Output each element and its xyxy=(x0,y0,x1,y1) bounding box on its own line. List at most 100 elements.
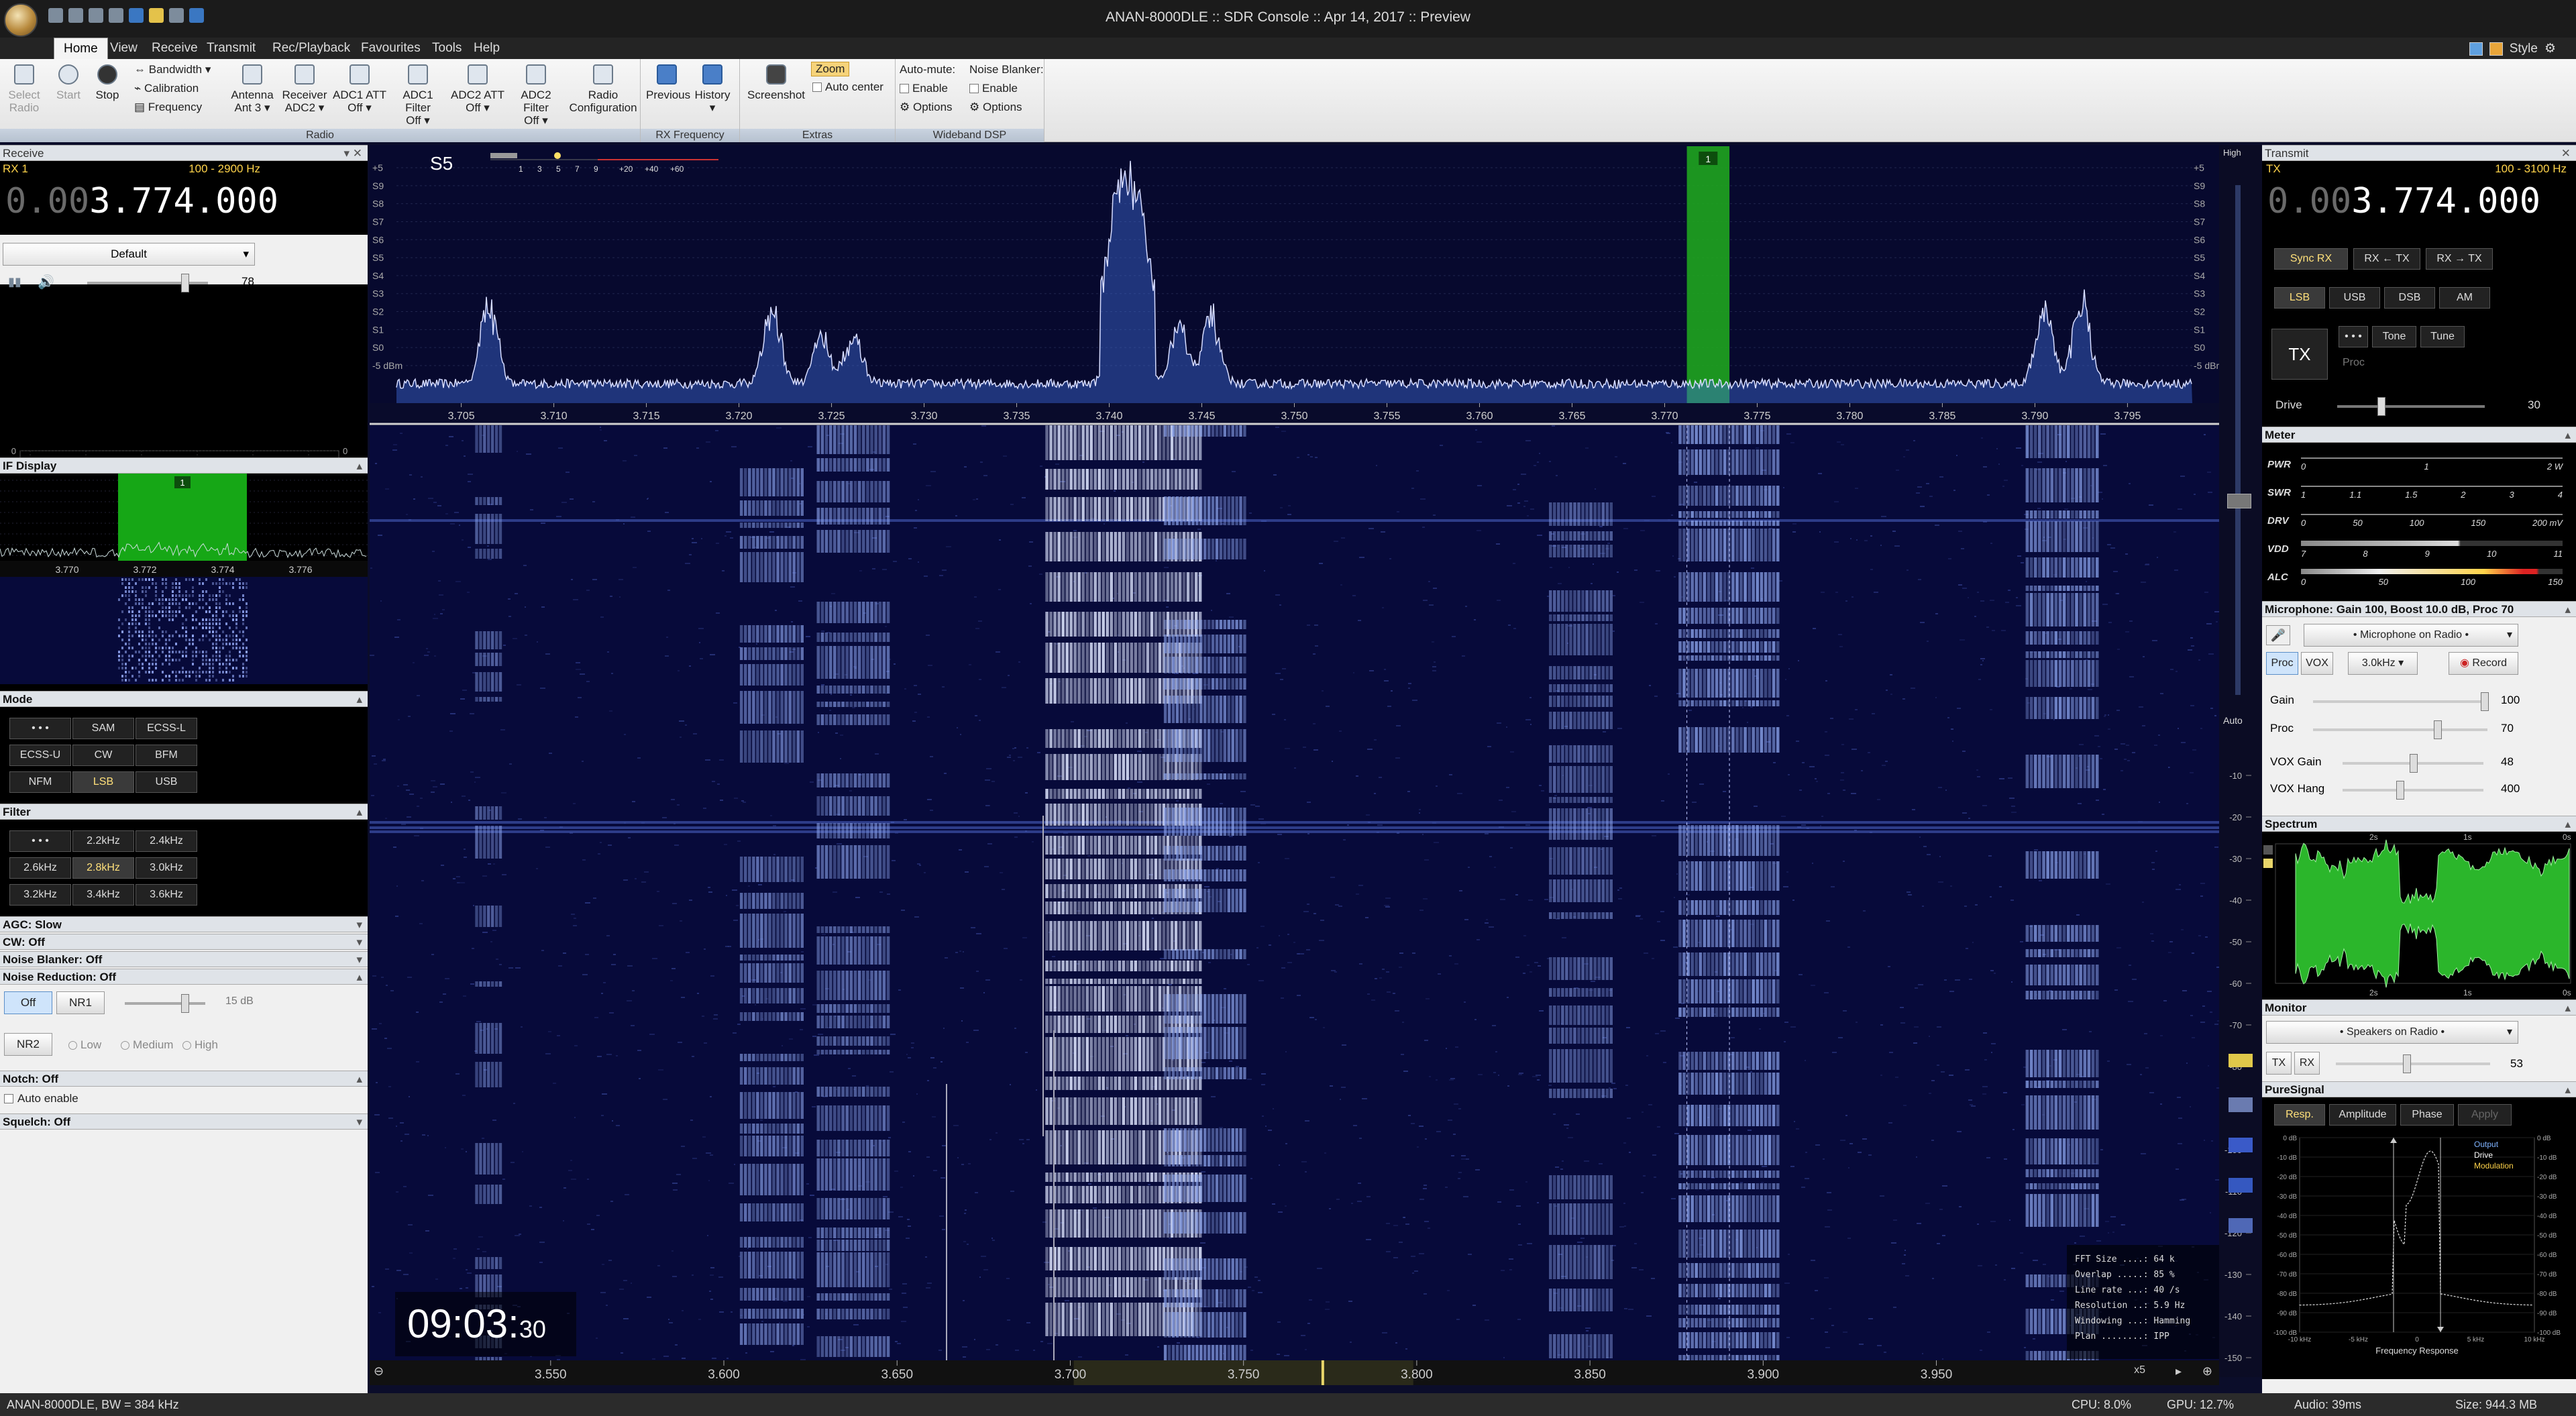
noise-blanker-section[interactable]: Noise Blanker: Off ▾ xyxy=(0,951,368,967)
collapse-icon[interactable]: ▴ xyxy=(356,458,362,474)
calibration-button[interactable]: ⌁ Calibration xyxy=(134,82,199,95)
cw-section[interactable]: CW: Off ▾ xyxy=(0,934,368,950)
if-waterfall-trace xyxy=(246,647,248,649)
waterfall-speck xyxy=(737,840,741,842)
window-icon[interactable] xyxy=(2489,42,2503,56)
filter-button-2-2khz[interactable]: 2.2kHz xyxy=(72,830,134,852)
tab-home[interactable]: Home xyxy=(54,38,108,59)
history-button[interactable]: History ▾ xyxy=(692,64,733,114)
noise-blanker-options-button[interactable]: ⚙ Options xyxy=(969,101,1022,114)
nr2-medium-radio[interactable]: Medium xyxy=(121,1038,173,1052)
antenna-button[interactable]: Antenna Ant 3 ▾ xyxy=(228,64,276,114)
mode-button-more[interactable]: • • • xyxy=(9,718,71,739)
filter-button-2-6khz[interactable]: 2.6kHz xyxy=(9,857,71,879)
mode-button-ecss-l[interactable]: ECSS-L xyxy=(136,718,197,739)
preset-dropdown[interactable]: Default ▾ xyxy=(3,243,255,266)
s-meter-tick: +20 xyxy=(619,164,633,174)
waterfall-speck xyxy=(1992,630,1995,631)
adc2-filter-button[interactable]: ADC2 Filter Off ▾ xyxy=(507,64,565,127)
signal-trace xyxy=(1057,497,1061,521)
auto-center-checkbox[interactable]: Auto center xyxy=(812,80,883,94)
filter-button-2-8khz[interactable]: 2.8kHz xyxy=(72,857,134,879)
filter-button-3-4khz[interactable]: 3.4kHz xyxy=(72,884,134,906)
if-waterfall-trace xyxy=(152,659,154,661)
squelch-section[interactable]: Squelch: Off ▾ xyxy=(0,1113,368,1130)
close-icon[interactable]: ▾ ✕ xyxy=(343,146,362,162)
nr-level-slider[interactable] xyxy=(125,994,205,1013)
gear-icon[interactable]: ⚙ xyxy=(2544,41,2556,56)
nr2-high-radio[interactable]: High xyxy=(182,1038,218,1052)
screenshot-button[interactable]: Screenshot xyxy=(743,64,810,101)
filter-button-3-6khz[interactable]: 3.6kHz xyxy=(136,884,197,906)
adc1-att-button[interactable]: ADC1 ATT Off ▾ xyxy=(333,64,386,114)
auto-mute-enable-checkbox[interactable]: Enable xyxy=(900,82,948,95)
tab-view[interactable]: View xyxy=(101,38,147,59)
signal-trace xyxy=(1053,961,1057,971)
tab-transmit[interactable]: Transmit xyxy=(197,38,265,59)
select-radio-button[interactable]: Select Radio xyxy=(7,64,42,114)
waterfall-display[interactable] xyxy=(370,425,2219,1373)
signal-trace xyxy=(1170,979,1174,984)
if-waterfall-trace xyxy=(118,667,120,669)
signal-trace xyxy=(800,1309,804,1319)
mode-button-lsb[interactable]: LSB xyxy=(72,771,134,793)
nr1-button[interactable]: NR1 xyxy=(56,991,105,1014)
meter-icon[interactable]: ▮▮ xyxy=(8,275,21,289)
receiver-button[interactable]: Receiver ADC2 ▾ xyxy=(280,64,329,114)
notch-section[interactable]: Notch: Off ▴ xyxy=(0,1071,368,1087)
nr2-low-radio[interactable]: Low xyxy=(68,1038,101,1052)
signal-trace xyxy=(483,514,486,544)
tab-favourites[interactable]: Favourites xyxy=(352,38,430,59)
adc1-filter-button[interactable]: ADC1 Filter Off ▾ xyxy=(389,64,447,127)
filter-button-2-4khz[interactable]: 2.4kHz xyxy=(136,830,197,852)
auto-mute-options-button[interactable]: ⚙ Options xyxy=(900,101,953,114)
waterfall-speck xyxy=(573,925,577,926)
adc2-att-button[interactable]: ADC2 ATT Off ▾ xyxy=(451,64,504,114)
spectrum-display[interactable]: +5 +5 S9 S9 S8 S8 S7 S7 S6 S6 S5 S5 S4 S4 S3 S3 S2 S2 S1 S1… xyxy=(370,145,2224,425)
stop-button[interactable]: Stop xyxy=(90,64,125,101)
mode-button-ecss-u[interactable]: ECSS-U xyxy=(9,745,71,766)
waterfall-speck xyxy=(401,824,406,825)
tab-rec-playback[interactable]: Rec/Playback xyxy=(263,38,360,59)
nr-off-button[interactable]: Off xyxy=(4,991,52,1014)
filter-button-3-0khz[interactable]: 3.0kHz xyxy=(136,857,197,879)
waterfall-speck xyxy=(2009,1219,2010,1221)
waterfall-speck xyxy=(2170,669,2174,670)
waterfall-speck xyxy=(1013,760,1015,761)
bandwidth-button[interactable]: ⇔ Bandwidth ▾ xyxy=(134,63,211,76)
waterfall-speck xyxy=(1341,1087,1346,1088)
waterfall-speck xyxy=(453,878,455,879)
filter-button-more[interactable]: • • • xyxy=(9,830,71,852)
rx-frequency-display[interactable]: 0.003.774.000 xyxy=(5,181,278,221)
start-button[interactable]: Start xyxy=(51,64,86,101)
collapse-icon[interactable]: ▴ xyxy=(356,804,362,820)
volume-slider[interactable] xyxy=(87,274,208,292)
zoom-toggle[interactable]: Zoom xyxy=(811,62,850,76)
radio-configuration-button[interactable]: Radio Configuration xyxy=(569,64,637,114)
style-label[interactable]: Style xyxy=(2510,42,2538,56)
mode-button-nfm[interactable]: NFM xyxy=(9,771,71,793)
noise-blanker-enable-checkbox[interactable]: Enable xyxy=(969,82,1018,95)
collapse-icon[interactable]: ▴ xyxy=(356,692,362,708)
waterfall-speck xyxy=(2190,772,2194,773)
config-icon xyxy=(593,64,613,85)
filter-button-3-2khz[interactable]: 3.2kHz xyxy=(9,884,71,906)
speaker-icon[interactable]: 🔊 xyxy=(38,274,54,290)
auto-enable-checkbox[interactable]: Auto enable xyxy=(4,1092,78,1105)
previous-button[interactable]: Previous xyxy=(646,64,690,101)
nr2-button[interactable]: NR2 xyxy=(4,1033,52,1056)
signal-trace xyxy=(841,1087,845,1097)
signal-trace xyxy=(861,796,865,816)
agc-section[interactable]: AGC: Slow ▾ xyxy=(0,916,368,932)
noise-reduction-section[interactable]: Noise Reduction: Off ▴ xyxy=(0,969,368,985)
mode-button-sam[interactable]: SAM xyxy=(72,718,134,739)
tab-help[interactable]: Help xyxy=(464,38,509,59)
layout-icon[interactable] xyxy=(2469,42,2483,56)
signal-trace xyxy=(494,672,498,692)
frequency-button[interactable]: ▤ Frequency xyxy=(134,101,202,114)
mode-button-cw[interactable]: CW xyxy=(72,745,134,766)
if-waterfall-trace xyxy=(145,671,147,673)
mode-button-bfm[interactable]: BFM xyxy=(136,745,197,766)
mode-button-usb[interactable]: USB xyxy=(136,771,197,793)
waterfall-speck xyxy=(585,902,590,904)
